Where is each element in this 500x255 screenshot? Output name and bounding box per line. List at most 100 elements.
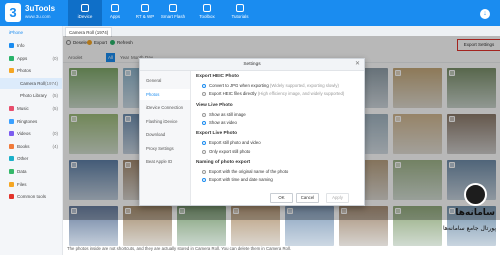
radio-option[interactable]: Show as video [202, 120, 237, 125]
sidebar-item-videos[interactable]: Videos (0) [0, 128, 62, 139]
footer-note: The photos inside are not shortcuts, and… [67, 246, 292, 251]
tab-smart-flash[interactable]: Smart Flash [156, 0, 190, 26]
sidebar-item-label: Videos [17, 131, 31, 137]
sidebar-item-count: (1974) [44, 80, 58, 86]
radio-icon[interactable] [202, 141, 206, 146]
tab-icon [111, 4, 119, 12]
sidebar-item-label: Books [17, 143, 30, 149]
sidebar-item-label: Camera Roll [20, 80, 46, 86]
tab-apps[interactable]: Apps [98, 0, 132, 26]
settings-nav-beat-apple-id[interactable]: Beat Apple ID [140, 156, 190, 167]
app-logo: 3 [5, 3, 21, 22]
sidebar-item-count: (4) [52, 143, 59, 149]
sidebar-item-label: Info [17, 43, 25, 48]
top-bar: 3 3uTools www.3u.com iDevice Apps RT & WP S… [0, 0, 500, 26]
tab-idevice[interactable]: iDevice [68, 0, 102, 26]
tab-toolbox[interactable]: Toolbox [190, 0, 224, 26]
sidebar-item-info[interactable]: Info [0, 40, 62, 51]
sidebar-item-photo-library[interactable]: Photo Library (5) [0, 90, 62, 101]
sidebar-item-count: (5) [52, 106, 59, 111]
sidebar-item-icon [9, 156, 14, 162]
sidebar-item-icon [9, 181, 14, 187]
path-bar: Camera Roll (1974) [63, 26, 500, 37]
sidebar-item-count: (5) [52, 93, 59, 99]
sidebar-item-icon [9, 169, 14, 174]
tab-icon [81, 4, 89, 12]
section-title: View Live Photo [196, 102, 233, 108]
sidebar: iPhone Info Apps (0) Photos Camera Roll (1974… [0, 26, 63, 255]
sidebar-item-ringtones[interactable]: Ringtones [0, 116, 62, 127]
tab-icon [169, 4, 177, 12]
sidebar-item-icon [9, 131, 14, 137]
sidebar-item-label: Common tools [17, 194, 47, 200]
radio-option[interactable]: Convert to JPG when exporting (Widely su… [202, 83, 339, 88]
sidebar-item-icon [9, 118, 14, 124]
sidebar-item-label: Data [17, 169, 27, 174]
cancel-button[interactable]: Cancel [296, 193, 319, 203]
tab-icon [236, 4, 244, 12]
settings-dialog: Settings ✕ General Photos iDevice Connecti… [139, 58, 365, 206]
sidebar-item-common-tools[interactable]: Common tools [0, 191, 62, 202]
radio-option[interactable]: Export still photo and video [202, 140, 261, 146]
watermark-title: سامانه‌ها [455, 208, 495, 218]
sidebar-item-icon [9, 194, 14, 200]
sidebar-item-label: Ringtones [17, 118, 38, 124]
sidebar-item-icon [9, 68, 14, 74]
sidebar-item-label: Other [17, 156, 29, 162]
radio-option[interactable]: Export HEIC files directly (High efficie… [202, 91, 344, 97]
radio-icon[interactable] [202, 178, 206, 183]
download-icon[interactable]: ↓ [480, 9, 490, 19]
sidebar-item-label: Photos [17, 68, 32, 74]
sidebar-item-music[interactable]: Music (5) [0, 103, 62, 114]
sidebar-item-files[interactable]: Files [0, 179, 62, 190]
sidebar-item-books[interactable]: Books (4) [0, 141, 62, 152]
settings-nav-proxy-settings[interactable]: Proxy Settings [140, 143, 190, 154]
sidebar-item-camera-roll[interactable]: Camera Roll (1974) [0, 77, 62, 89]
section-title: Naming of photo export [196, 159, 251, 165]
sidebar-item-icon [9, 106, 14, 111]
sidebar-item-label: Music [17, 106, 29, 111]
settings-nav-idevice-connection[interactable]: iDevice Connection [140, 102, 190, 113]
device-name: iPhone [9, 30, 24, 35]
radio-option[interactable]: Show as still image [202, 112, 246, 117]
sidebar-item-icon [9, 143, 14, 149]
tab-icon [203, 4, 211, 12]
radio-option[interactable]: Export with the original name of the pho… [202, 169, 288, 174]
tab-icon [141, 4, 149, 12]
sidebar-item-label: Files [17, 181, 27, 187]
radio-icon[interactable] [202, 120, 206, 125]
magnifier-icon [464, 183, 487, 206]
sidebar-item-icon [9, 55, 14, 61]
sidebar-item-label: Photo Library [20, 93, 47, 99]
sidebar-item-apps[interactable]: Apps (0) [0, 53, 62, 64]
ok-button[interactable]: OK [270, 193, 293, 203]
sidebar-item-data[interactable]: Data [0, 166, 62, 177]
settings-nav-flashing-idevice[interactable]: Flashing iDevice [140, 116, 190, 127]
settings-nav-general[interactable]: General [140, 75, 190, 86]
sidebar-item-icon [9, 43, 14, 48]
section-title: Export HEIC Photo [196, 74, 239, 79]
sidebar-item-label: Apps [17, 55, 28, 61]
settings-nav-download[interactable]: Download [140, 129, 190, 140]
settings-nav-photos[interactable]: Photos [140, 88, 190, 100]
tab-tutorials[interactable]: Tutorials [223, 0, 257, 26]
app-name: 3uTools [25, 4, 56, 13]
app-site: www.3u.com [25, 14, 51, 19]
sidebar-item-photos[interactable]: Photos [0, 65, 62, 76]
sidebar-item-count: (0) [52, 131, 59, 137]
section-title: Export Live Photo [196, 131, 238, 137]
radio-icon[interactable] [202, 84, 206, 88]
watermark-subtitle: پورتال جامع سامانه‌ها [442, 225, 496, 232]
radio-icon[interactable] [202, 92, 206, 97]
dialog-title: Settings ✕ [140, 59, 364, 71]
settings-nav: General Photos iDevice Connection Flashing … [140, 71, 191, 205]
sidebar-item-other[interactable]: Other [0, 153, 62, 164]
radio-icon[interactable] [202, 149, 206, 154]
sidebar-item-count: (0) [52, 55, 59, 61]
radio-icon[interactable] [202, 169, 206, 174]
radio-option[interactable]: Export with time and date naming [202, 177, 273, 183]
radio-option[interactable]: Only export still photo [202, 149, 250, 154]
close-icon[interactable]: ✕ [355, 59, 360, 70]
radio-icon[interactable] [202, 112, 206, 117]
apply-button[interactable]: Apply [326, 193, 349, 203]
